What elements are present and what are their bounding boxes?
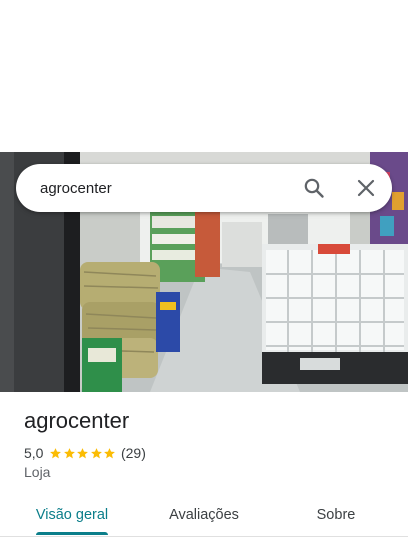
search-icon	[304, 178, 324, 198]
place-tabs: Visão geral Avaliações Sobre	[0, 494, 408, 536]
search-input[interactable]	[40, 164, 290, 212]
rating-stars	[49, 447, 117, 460]
star-icon	[77, 447, 89, 458]
map-area	[0, 0, 408, 152]
search-bar[interactable]	[16, 164, 392, 212]
tabs-divider	[0, 536, 408, 537]
rating-row[interactable]: 5,0 (29)	[24, 444, 146, 462]
rating-value: 5,0	[24, 445, 44, 461]
star-icon	[64, 447, 75, 458]
tab-overview[interactable]: Visão geral	[20, 494, 124, 536]
star-icon	[50, 447, 62, 458]
clear-search-button[interactable]	[354, 176, 378, 200]
tab-reviews[interactable]: Avaliações	[152, 494, 256, 536]
tab-about[interactable]: Sobre	[284, 494, 388, 536]
search-button[interactable]	[302, 176, 326, 200]
place-title: agrocenter	[24, 408, 130, 433]
star-icon	[91, 447, 102, 458]
close-icon	[357, 179, 375, 197]
place-category: Loja	[24, 464, 51, 480]
review-count[interactable]: (29)	[121, 445, 146, 461]
active-tab-indicator	[36, 532, 108, 535]
star-icon	[104, 447, 116, 458]
